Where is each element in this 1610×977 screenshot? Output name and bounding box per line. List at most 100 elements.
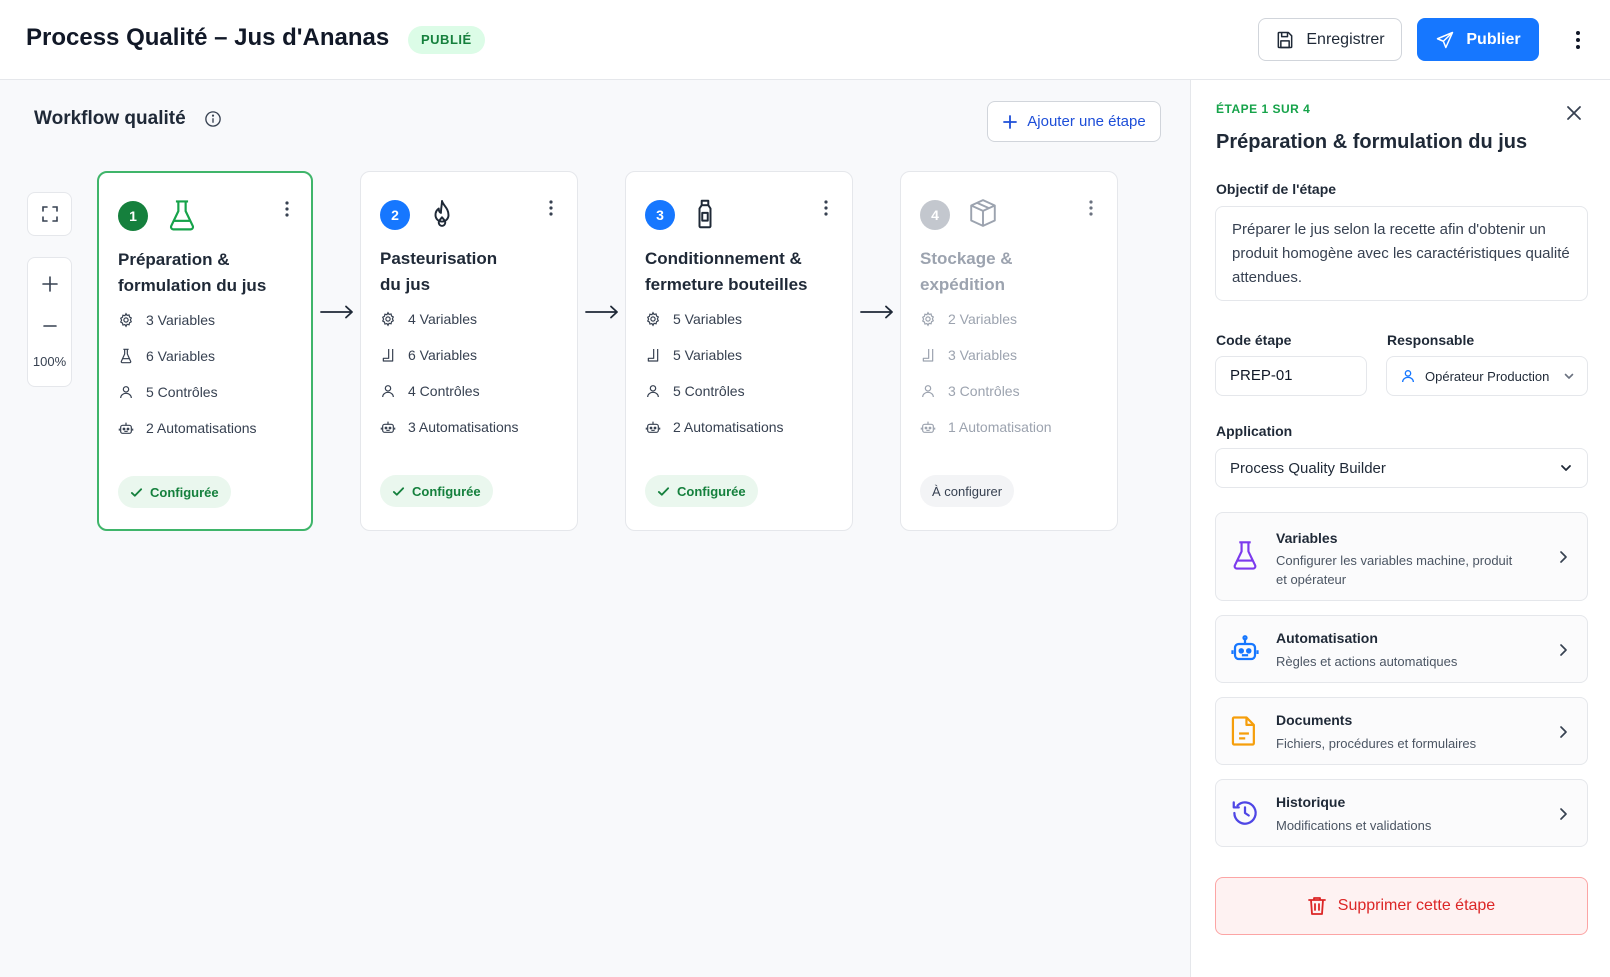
close-icon (1566, 105, 1582, 121)
boot-icon (920, 347, 936, 363)
status-badge: Configurée (118, 476, 231, 508)
save-button[interactable]: Enregistrer (1258, 18, 1402, 61)
step-name-line: expédition (920, 275, 1006, 294)
trash-icon (1307, 896, 1326, 916)
flame-icon (429, 198, 455, 230)
document-icon (1230, 715, 1258, 747)
robot-icon (645, 419, 661, 435)
save-button-label: Enregistrer (1306, 30, 1385, 48)
application-value: Process Quality Builder (1230, 459, 1386, 477)
responsible-label: Responsable (1387, 332, 1475, 348)
top-bar: Process Qualité – Jus d'Ananas PUBLIÉ En… (0, 0, 1610, 80)
stat-product-variables: 3 Variables (920, 344, 1017, 366)
stat-text: 3 Variables (146, 312, 216, 328)
chevron-right-icon (1557, 725, 1569, 739)
kebab-icon (1089, 200, 1093, 216)
step-code-input[interactable]: PREP-01 (1215, 356, 1367, 396)
user-icon (920, 383, 936, 399)
status-badge: Configurée (380, 475, 493, 507)
stat-controls: 5 Contrôles (645, 380, 745, 402)
stat-machine-variables: 5 Variables (645, 308, 742, 330)
documents-section-card[interactable]: Documents Fichiers, procédures et formul… (1215, 697, 1588, 765)
stat-controls: 5 Contrôles (118, 381, 218, 403)
stat-text: 3 Variables (948, 347, 1018, 363)
section-description: Modifications et validations (1276, 818, 1432, 833)
chevron-right-icon (1557, 550, 1569, 564)
close-panel-button[interactable] (1562, 101, 1586, 125)
automation-section-card[interactable]: Automatisation Règles et actions automat… (1215, 615, 1588, 683)
workflow-title: Workflow qualité (34, 108, 186, 129)
add-step-button[interactable]: Ajouter une étape (987, 101, 1161, 142)
application-select[interactable]: Process Quality Builder (1215, 448, 1588, 488)
robot-icon (118, 420, 134, 436)
stat-text: 1 Automatisation (948, 419, 1052, 435)
step-name-line: Stockage & (920, 249, 1013, 268)
step-name-line: fermeture bouteilles (645, 275, 808, 294)
delete-step-label: Supprimer cette étape (1337, 897, 1496, 914)
step-card-2[interactable]: 2 Pasteurisation du jus 4 Variables 6 Va… (360, 171, 578, 531)
step-name: Conditionnement & fermeture bouteilles (645, 246, 850, 298)
stat-text: 2 Automatisations (673, 419, 784, 435)
info-icon[interactable] (204, 110, 222, 128)
step-card-4[interactable]: 4 Stockage & expédition 2 Variables 3 Va… (900, 171, 1118, 531)
gear-icon (118, 312, 134, 328)
page-title: Process Qualité – Jus d'Ananas (26, 24, 390, 51)
chevron-right-icon (1557, 807, 1569, 821)
stat-text: 5 Variables (673, 311, 743, 327)
workflow-canvas[interactable]: Workflow qualité Ajouter une étape 100% … (0, 80, 1190, 977)
more-options-button[interactable] (1566, 26, 1590, 54)
section-description: Règles et actions automatiques (1276, 654, 1458, 669)
zoom-controls: 100% (27, 257, 72, 387)
status-text: Configurée (412, 483, 481, 499)
boot-icon (380, 347, 396, 363)
step-menu-button[interactable] (1081, 196, 1101, 220)
step-card-1[interactable]: 1 Préparation & formulation du jus 3 Var… (97, 171, 313, 531)
history-section-card[interactable]: Historique Modifications et validations (1215, 779, 1588, 847)
add-step-label: Ajouter une étape (1027, 113, 1146, 130)
stat-product-variables: 6 Variables (118, 345, 215, 367)
step-card-3[interactable]: 3 Conditionnement & fermeture bouteilles… (625, 171, 853, 531)
kebab-icon (285, 201, 289, 217)
stat-text: 5 Contrôles (146, 384, 218, 400)
step-menu-button[interactable] (277, 197, 297, 221)
responsible-select[interactable]: Opérateur Production (1386, 356, 1588, 396)
minus-icon (42, 318, 58, 334)
step-number-badge: 2 (380, 200, 410, 230)
zoom-out-button[interactable] (28, 308, 71, 344)
step-menu-button[interactable] (541, 196, 561, 220)
stat-automations: 3 Automatisations (380, 416, 519, 438)
step-menu-button[interactable] (816, 196, 836, 220)
stat-text: 6 Variables (408, 347, 478, 363)
plus-icon (1002, 114, 1018, 130)
chevron-down-icon (1563, 370, 1575, 382)
section-title: Automatisation (1276, 630, 1378, 646)
history-icon (1230, 798, 1260, 828)
objective-textarea[interactable]: Préparer le jus selon la recette afin d'… (1215, 206, 1588, 301)
status-text: À configurer (932, 483, 1003, 499)
fit-view-button[interactable] (27, 192, 72, 236)
step-indicator: ÉTAPE 1 SUR 4 (1216, 102, 1311, 116)
stat-machine-variables: 3 Variables (118, 309, 215, 331)
zoom-in-button[interactable] (28, 266, 71, 302)
stat-machine-variables: 2 Variables (920, 308, 1017, 330)
step-name-line: Conditionnement & (645, 249, 802, 268)
stat-text: 4 Contrôles (408, 383, 480, 399)
code-label: Code étape (1216, 332, 1292, 348)
robot-icon (380, 419, 396, 435)
status-badge: À configurer (920, 475, 1015, 507)
delete-step-button[interactable]: Supprimer cette étape (1215, 877, 1588, 935)
bottle-icon (694, 198, 716, 230)
plus-icon (41, 276, 58, 292)
boot-icon (645, 347, 661, 363)
step-name-line: Pasteurisation (380, 249, 498, 268)
stat-automations: 2 Automatisations (645, 416, 784, 438)
status-text: Configurée (150, 484, 219, 500)
check-icon (392, 485, 405, 498)
chevron-right-icon (1557, 643, 1569, 657)
variables-section-card[interactable]: Variables Configurer les variables machi… (1215, 512, 1588, 601)
stat-product-variables: 6 Variables (380, 344, 477, 366)
publish-button[interactable]: Publier (1417, 18, 1539, 61)
status-badge: Configurée (645, 475, 758, 507)
stat-controls: 3 Contrôles (920, 380, 1020, 402)
stat-machine-variables: 4 Variables (380, 308, 477, 330)
